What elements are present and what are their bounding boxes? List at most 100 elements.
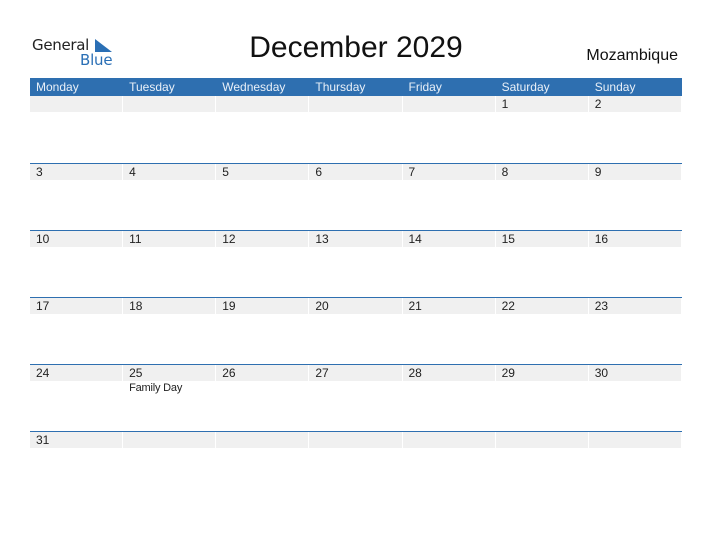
day-cell-empty (123, 96, 216, 112)
day-cell-empty (402, 96, 496, 112)
week-cells: 24 25 Family Day 26 27 28 29 30 (30, 365, 682, 394)
day-number (216, 96, 309, 112)
week-cells: 10 11 12 13 14 15 16 (30, 231, 682, 247)
day-number: 26 (216, 365, 309, 381)
week-cells: 31 (30, 432, 682, 448)
day-cell-20: 20 (309, 298, 402, 314)
week-row: 31 (30, 431, 682, 498)
day-cell-25: 25 Family Day (123, 365, 216, 394)
week-cells: 17 18 19 20 21 22 23 (30, 298, 682, 314)
day-cell-15: 15 (495, 231, 589, 247)
day-cell-8: 8 (495, 164, 589, 180)
day-cell-13: 13 (309, 231, 402, 247)
weekday-header: Monday Tuesday Wednesday Thursday Friday Satu… (30, 78, 682, 96)
day-number: 12 (216, 231, 309, 247)
day-cell-empty (402, 432, 496, 448)
day-cell-1: 1 (495, 96, 589, 112)
day-number (402, 96, 495, 112)
day-number (495, 432, 588, 448)
weekday-friday: Friday (408, 80, 442, 94)
day-cell-31: 31 (30, 432, 123, 448)
day-cell-7: 7 (402, 164, 496, 180)
day-cell-18: 18 (123, 298, 216, 314)
day-cell-6: 6 (309, 164, 402, 180)
day-number: 20 (309, 298, 402, 314)
day-number (30, 96, 123, 112)
day-cell-12: 12 (216, 231, 309, 247)
day-number: 28 (402, 365, 495, 381)
day-number: 10 (30, 231, 123, 247)
day-cell-9: 9 (588, 164, 682, 180)
week-row: 17 18 19 20 21 22 23 (30, 297, 682, 364)
day-number: 15 (495, 231, 588, 247)
day-cell-14: 14 (402, 231, 496, 247)
day-cell-19: 19 (216, 298, 309, 314)
day-number (309, 432, 402, 448)
day-number: 23 (588, 298, 681, 314)
week-row: 24 25 Family Day 26 27 28 29 30 (30, 364, 682, 431)
weekday-tuesday: Tuesday (129, 80, 175, 94)
weekday-saturday: Saturday (501, 80, 550, 94)
country-label: Mozambique (586, 47, 678, 64)
day-cell-29: 29 (495, 365, 589, 381)
week-cells: 12 (30, 96, 682, 112)
day-cell-27: 27 (309, 365, 402, 381)
day-number: 2 (588, 96, 681, 112)
day-number: 1 (495, 96, 588, 112)
day-cell-empty (123, 432, 216, 448)
day-cell-17: 17 (30, 298, 123, 314)
day-cell-3: 3 (30, 164, 123, 180)
day-number: 3 (30, 164, 123, 180)
week-row: 10 11 12 13 14 15 16 (30, 230, 682, 297)
day-number: 24 (30, 365, 123, 381)
day-number: 30 (588, 365, 681, 381)
day-cell-empty (588, 432, 682, 448)
day-number: 31 (30, 432, 123, 448)
day-number: 19 (216, 298, 309, 314)
day-cell-23: 23 (588, 298, 682, 314)
day-number (123, 96, 216, 112)
day-number: 6 (309, 164, 402, 180)
day-number (309, 96, 402, 112)
day-number (402, 432, 495, 448)
calendar-grid: Monday Tuesday Wednesday Thursday Friday Satu… (30, 78, 682, 498)
day-cell-2: 2 (588, 96, 682, 112)
day-number: 4 (123, 164, 216, 180)
day-cell-28: 28 (402, 365, 496, 381)
day-number: 13 (309, 231, 402, 247)
day-number (216, 432, 309, 448)
day-cell-21: 21 (402, 298, 496, 314)
day-number: 11 (123, 231, 216, 247)
day-cell-empty (309, 96, 402, 112)
day-number: 18 (123, 298, 216, 314)
day-cell-empty (216, 432, 309, 448)
day-cell-empty (309, 432, 402, 448)
day-number: 22 (495, 298, 588, 314)
week-cells: 3456789 (30, 164, 682, 180)
day-number: 5 (216, 164, 309, 180)
holiday-label: Family Day (129, 382, 183, 394)
day-cell-30: 30 (588, 365, 682, 381)
day-number: 21 (402, 298, 495, 314)
day-number: 25 (123, 365, 216, 381)
day-cell-11: 11 (123, 231, 216, 247)
day-number: 14 (402, 231, 495, 247)
day-cell-26: 26 (216, 365, 309, 381)
day-cell-empty (495, 432, 589, 448)
day-number: 27 (309, 365, 402, 381)
week-row: 3456789 (30, 163, 682, 230)
day-cell-empty (216, 96, 309, 112)
day-number (588, 432, 681, 448)
day-number: 7 (402, 164, 495, 180)
weekday-monday: Monday (36, 80, 79, 94)
day-cell-10: 10 (30, 231, 123, 247)
weekday-thursday: Thursday (315, 80, 366, 94)
day-cell-16: 16 (588, 231, 682, 247)
day-number: 29 (495, 365, 588, 381)
day-number: 16 (588, 231, 681, 247)
weeks-container: 1 2 3 4 5 6 7 8 9 10 11 12 13 14 15 16 17 18 19 20 21 22 23 24 2… (30, 96, 682, 498)
day-number: 17 (30, 298, 123, 314)
day-cell-4: 4 (123, 164, 216, 180)
day-cell-empty (30, 96, 123, 112)
day-cell-24: 24 (30, 365, 123, 381)
